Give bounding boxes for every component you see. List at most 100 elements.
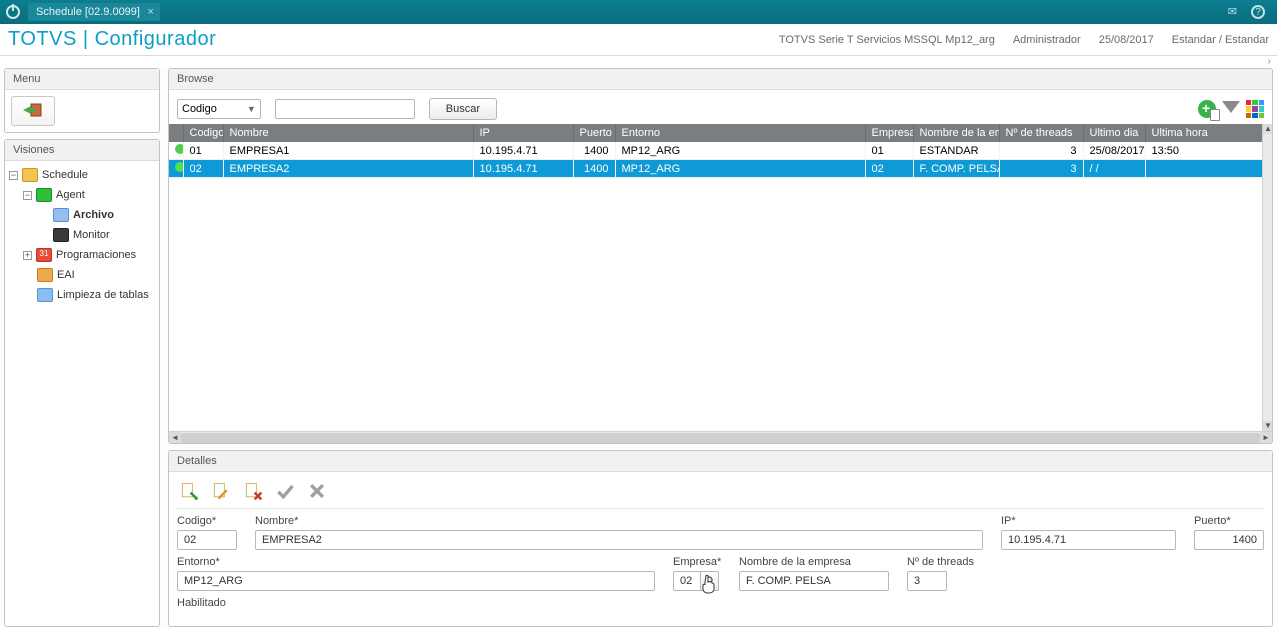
cell-puerto: 1400 bbox=[573, 142, 615, 160]
label-empresa: Empresa* bbox=[673, 556, 721, 568]
cell-nombre: EMPRESA1 bbox=[223, 142, 473, 160]
browse-panel: Browse Codigo ▼ Buscar bbox=[168, 68, 1273, 444]
col-empresa[interactable]: Empresa bbox=[865, 124, 913, 142]
scroll-down-icon[interactable]: ▼ bbox=[1263, 421, 1272, 431]
col-ultima-hora[interactable]: Ultima hora bbox=[1145, 124, 1272, 142]
col-ip[interactable]: IP bbox=[473, 124, 573, 142]
visions-panel: Visiones − Schedule − Agent Ar bbox=[4, 139, 160, 627]
cell-threads: 3 bbox=[999, 160, 1083, 178]
browse-grid-wrap: Codigo Nombre IP Puerto Entorno Empresa … bbox=[169, 124, 1272, 431]
input-ip[interactable] bbox=[1001, 530, 1176, 550]
app-icon bbox=[6, 5, 20, 19]
tree-label: Monitor bbox=[73, 229, 110, 241]
browse-title: Browse bbox=[169, 69, 1272, 90]
status-profile: Estandar / Estandar bbox=[1172, 34, 1269, 46]
label-habilitado: Habilitado bbox=[177, 597, 226, 609]
agent-icon bbox=[36, 188, 52, 202]
titlebar: Schedule [02.9.0099] × ✉ ? bbox=[0, 0, 1277, 24]
mail-icon[interactable]: ✉ bbox=[1228, 5, 1237, 19]
col-nombre[interactable]: Nombre bbox=[223, 124, 473, 142]
collapse-row: › bbox=[0, 56, 1277, 68]
cell-threads: 3 bbox=[999, 142, 1083, 160]
cell-nombre: EMPRESA2 bbox=[223, 160, 473, 178]
status-env: TOTVS Serie T Servicios MSSQL Mp12_arg bbox=[779, 34, 995, 46]
filter-button[interactable] bbox=[1222, 100, 1240, 118]
search-field-combo[interactable]: Codigo ▼ bbox=[177, 99, 261, 119]
subheader: TOTVS | Configurador TOTVS Serie T Servi… bbox=[0, 24, 1277, 56]
status-date: 25/08/2017 bbox=[1099, 34, 1154, 46]
tree-agent[interactable]: − Agent bbox=[9, 185, 155, 205]
new-record-button[interactable] bbox=[177, 480, 201, 502]
scroll-up-icon[interactable]: ▲ bbox=[1263, 124, 1272, 134]
brand-title: TOTVS | Configurador bbox=[8, 28, 216, 51]
label-nombre-empresa: Nombre de la empresa bbox=[739, 556, 889, 568]
menu-panel-title: Menu bbox=[5, 69, 159, 90]
delete-record-button[interactable] bbox=[241, 480, 265, 502]
col-nombre-empresa[interactable]: Nombre de la empr bbox=[913, 124, 999, 142]
tree-archivo[interactable]: Archivo bbox=[9, 205, 155, 225]
col-entorno[interactable]: Entorno bbox=[615, 124, 865, 142]
tree-monitor[interactable]: Monitor bbox=[9, 225, 155, 245]
col-status[interactable] bbox=[169, 124, 183, 142]
vertical-scrollbar[interactable]: ▲ ▼ bbox=[1262, 124, 1272, 431]
tree-programaciones[interactable]: + 31 Programaciones bbox=[9, 245, 155, 265]
scroll-right-icon[interactable]: ► bbox=[1260, 432, 1272, 443]
cell-ultima-hora: 13:50 bbox=[1145, 142, 1272, 160]
tree-eai[interactable]: EAI bbox=[9, 265, 155, 285]
grid-row[interactable]: 02 EMPRESA2 10.195.4.71 1400 MP12_ARG 02… bbox=[169, 160, 1272, 178]
collapse-right-icon[interactable]: › bbox=[1268, 56, 1271, 67]
doc-icon bbox=[1210, 109, 1220, 121]
menu-exit-button[interactable] bbox=[11, 96, 55, 126]
label-threads: Nº de threads bbox=[907, 556, 977, 568]
label-ip: IP* bbox=[1001, 515, 1176, 527]
label-entorno: Entorno* bbox=[177, 556, 655, 568]
tree-schedule[interactable]: − Schedule bbox=[9, 165, 155, 185]
buscar-button[interactable]: Buscar bbox=[429, 98, 497, 120]
confirm-button[interactable] bbox=[273, 480, 297, 502]
cell-puerto: 1400 bbox=[573, 160, 615, 178]
tree-toggle-icon[interactable]: − bbox=[9, 171, 18, 180]
col-puerto[interactable]: Puerto bbox=[573, 124, 615, 142]
tree-label: Programaciones bbox=[56, 249, 136, 261]
tree-label: Limpieza de tablas bbox=[57, 289, 149, 301]
file-icon bbox=[53, 208, 69, 222]
tree-limpieza[interactable]: Limpieza de tablas bbox=[9, 285, 155, 305]
status-bar: TOTVS Serie T Servicios MSSQL Mp12_arg A… bbox=[779, 34, 1269, 46]
filter-icon bbox=[1222, 101, 1240, 113]
input-empresa[interactable] bbox=[673, 571, 701, 591]
columns-button[interactable] bbox=[1246, 100, 1264, 118]
input-threads[interactable] bbox=[907, 571, 947, 591]
empresa-lookup-button[interactable] bbox=[701, 571, 719, 591]
tree-toggle-icon[interactable]: + bbox=[23, 251, 32, 260]
help-icon[interactable]: ? bbox=[1251, 5, 1265, 19]
tree-label: EAI bbox=[57, 269, 75, 281]
col-threads[interactable]: Nº de threads bbox=[999, 124, 1083, 142]
grid-row[interactable]: 01 EMPRESA1 10.195.4.71 1400 MP12_ARG 01… bbox=[169, 142, 1272, 160]
input-nombre[interactable] bbox=[255, 530, 983, 550]
detalles-title: Detalles bbox=[169, 451, 1272, 472]
col-codigo[interactable]: Codigo bbox=[183, 124, 223, 142]
input-entorno[interactable] bbox=[177, 571, 655, 591]
calendar-icon: 31 bbox=[36, 248, 52, 262]
cell-empresa: 02 bbox=[865, 160, 913, 178]
horizontal-scrollbar[interactable]: ◄ ► bbox=[169, 431, 1272, 443]
tab-close-icon[interactable]: × bbox=[148, 6, 154, 18]
scroll-left-icon[interactable]: ◄ bbox=[169, 432, 181, 443]
cell-codigo: 01 bbox=[183, 142, 223, 160]
cancel-button[interactable] bbox=[305, 480, 329, 502]
input-codigo[interactable] bbox=[177, 530, 237, 550]
edit-record-button[interactable] bbox=[209, 480, 233, 502]
tree-toggle-icon[interactable]: − bbox=[23, 191, 32, 200]
cell-nombre-empresa: F. COMP. PELSA bbox=[913, 160, 999, 178]
search-field-value: Codigo bbox=[182, 103, 217, 115]
col-ultimo-dia[interactable]: Ultimo dia bbox=[1083, 124, 1145, 142]
scroll-thumb[interactable] bbox=[181, 433, 1260, 443]
window-tab[interactable]: Schedule [02.9.0099] × bbox=[28, 3, 160, 21]
window-tab-label: Schedule [02.9.0099] bbox=[36, 6, 140, 18]
add-button[interactable] bbox=[1198, 100, 1216, 118]
label-codigo: Codigo* bbox=[177, 515, 237, 527]
search-input[interactable] bbox=[275, 99, 415, 119]
input-nombre-empresa[interactable] bbox=[739, 571, 889, 591]
cell-ultimo-dia: 25/08/2017 bbox=[1083, 142, 1145, 160]
input-puerto[interactable] bbox=[1194, 530, 1264, 550]
